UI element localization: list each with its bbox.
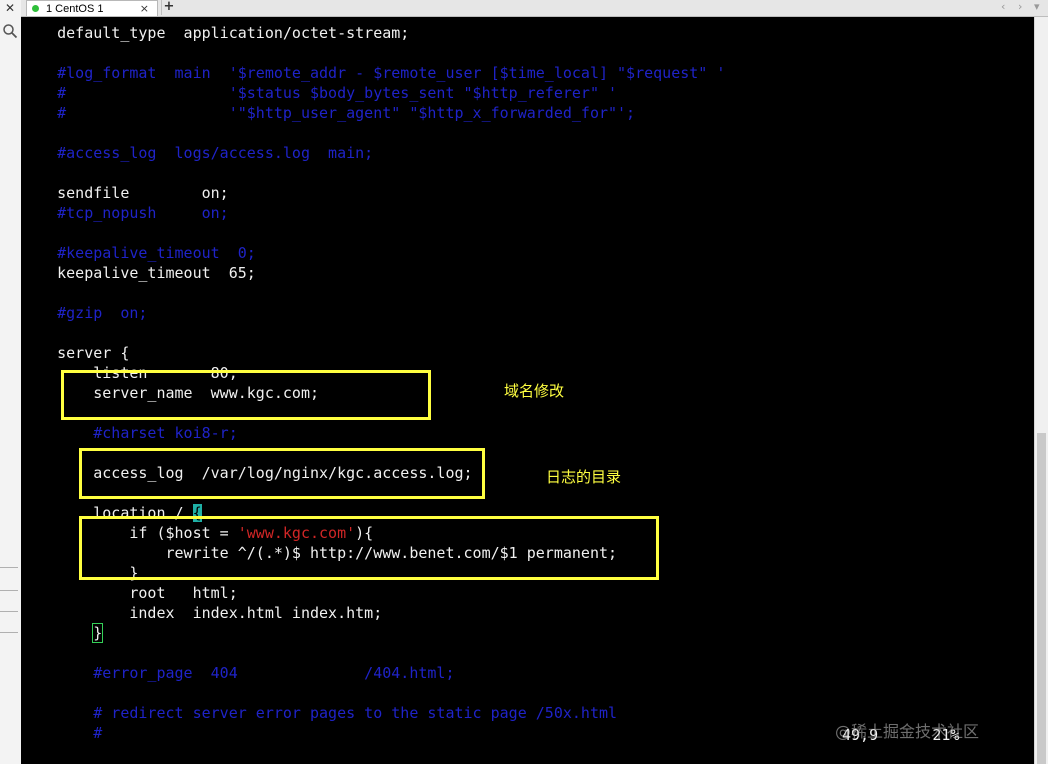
code-comment-line: # (21, 724, 103, 742)
code-line: sendfile on; (21, 184, 229, 202)
highlight-box-rewrite (79, 516, 659, 580)
tab-centos-1[interactable]: 1 CentOS 1 × (26, 0, 158, 16)
annotation-log-directory: 日志的目录 (546, 468, 622, 486)
code-line: server { (21, 344, 130, 362)
tab-menu-icon[interactable]: ▾ (1034, 0, 1040, 14)
highlight-box-access-log (79, 448, 485, 499)
highlight-box-server-name (61, 370, 431, 420)
search-icon[interactable] (2, 23, 18, 39)
code-comment-line: #access_log logs/access.log main; (21, 144, 374, 162)
terminal-app-window: ✕ 1 CentOS 1 × + ‹ › ▾ default_type appl… (0, 0, 1048, 764)
code-line: default_type application/octet-stream; (21, 24, 410, 42)
connection-status-icon (32, 5, 39, 12)
code-comment-line: #gzip on; (21, 304, 148, 322)
matching-bracket: } (92, 623, 104, 643)
tab-bar: 1 CentOS 1 × + ‹ › ▾ (21, 0, 1048, 17)
watermark: @稀土掘金技术社区 (835, 722, 980, 741)
scrollbar-thumb[interactable] (1037, 433, 1046, 764)
plus-icon[interactable]: + (161, 0, 176, 15)
code-comment-line: # '"$http_user_agent" "$http_x_forwarded… (21, 104, 636, 122)
vertical-scrollbar[interactable] (1034, 17, 1048, 764)
code-comment-line: #charset koi8-r; (21, 424, 238, 442)
code-comment-line: #tcp_nopush on; (21, 204, 229, 222)
code-line: } (21, 623, 104, 644)
annotation-domain-change: 域名修改 (504, 382, 565, 400)
tab-scroll-right-icon[interactable]: › (1018, 0, 1022, 14)
left-sidebar: ✕ (0, 0, 22, 764)
sidebar-divider (0, 611, 18, 612)
code-comment-line: # '$status $body_bytes_sent "$http_refer… (21, 84, 618, 102)
code-line: keepalive_timeout 65; (21, 264, 256, 282)
sidebar-divider (0, 567, 18, 568)
code-comment-line: #log_format main '$remote_addr - $remote… (21, 64, 726, 82)
tab-close-icon[interactable]: × (140, 1, 149, 16)
sidebar-divider (0, 632, 18, 633)
tab-label: 1 CentOS 1 (46, 2, 104, 15)
close-icon[interactable]: ✕ (3, 0, 17, 16)
sidebar-divider (0, 590, 18, 591)
tab-scroll-left-icon[interactable]: ‹ (1001, 0, 1005, 14)
code-comment-line: #keepalive_timeout 0; (21, 244, 256, 262)
code-line: index index.html index.htm; (21, 604, 383, 622)
code-line: root html; (21, 584, 238, 602)
code-comment-line: # redirect server error pages to the sta… (21, 704, 618, 722)
code-comment-line: #error_page 404 /404.html; (21, 664, 455, 682)
